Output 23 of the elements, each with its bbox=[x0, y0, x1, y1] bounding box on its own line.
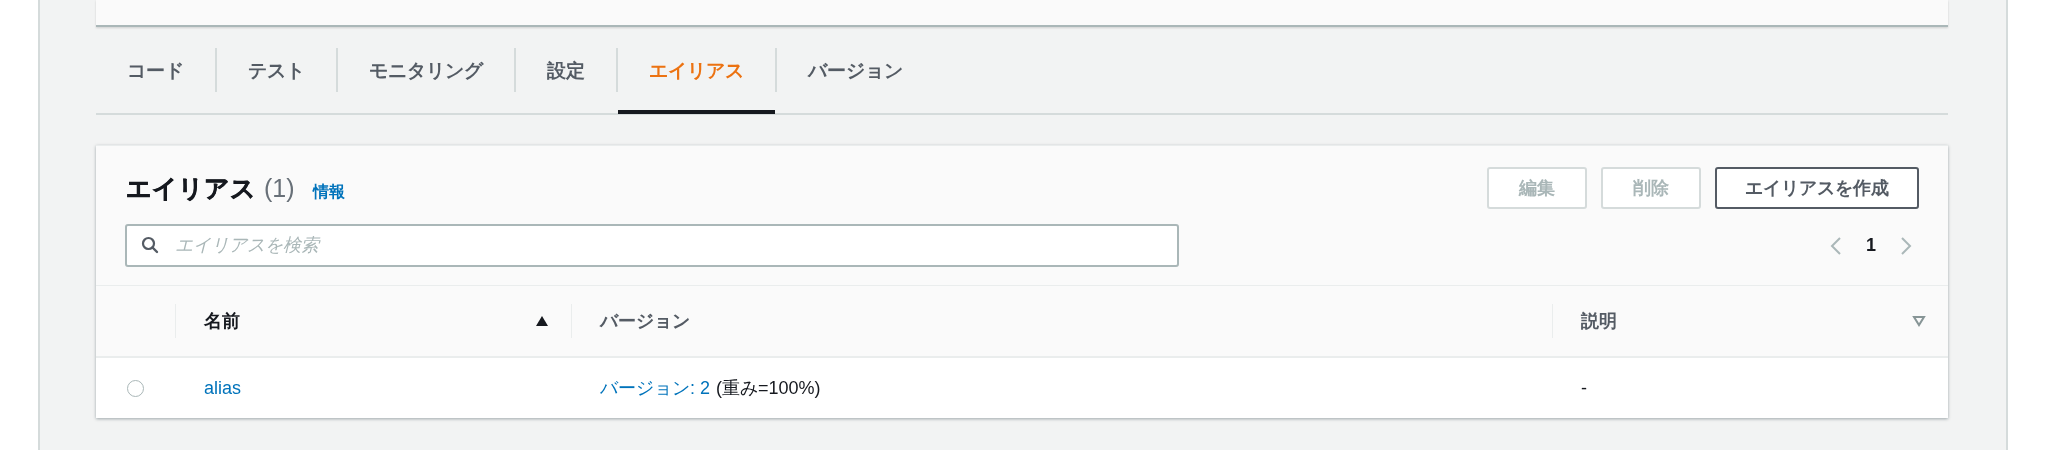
alias-link[interactable]: alias bbox=[204, 377, 242, 399]
sort-ascending-icon[interactable] bbox=[535, 315, 549, 327]
page-number[interactable]: 1 bbox=[1866, 235, 1876, 256]
column-header: 説明 bbox=[1581, 310, 1617, 333]
radio-button[interactable] bbox=[127, 379, 144, 397]
panel-title: エイリアス bbox=[126, 172, 256, 204]
previous-page-icon[interactable] bbox=[1830, 235, 1842, 256]
sort-icon[interactable] bbox=[1912, 315, 1926, 327]
tab[interactable]: 設定 bbox=[516, 28, 616, 114]
action-button[interactable]: エイリアスを作成 bbox=[1715, 167, 1919, 209]
weight-text: (重み=100%) bbox=[716, 377, 821, 400]
info-link[interactable]: 情報 bbox=[312, 181, 345, 203]
next-page-icon[interactable] bbox=[1900, 235, 1912, 256]
search-field[interactable]: エイリアスを検索 bbox=[125, 224, 1179, 267]
alias-count: (1) bbox=[264, 173, 295, 203]
description-text: - bbox=[1581, 377, 1587, 399]
tab[interactable]: テスト bbox=[217, 28, 336, 114]
column-header: バージョン bbox=[600, 310, 690, 333]
tab[interactable]: コード bbox=[96, 28, 215, 114]
version-link[interactable]: バージョン: 2 bbox=[600, 376, 710, 400]
column-header: 名前 bbox=[204, 310, 240, 333]
tab[interactable]: バージョン bbox=[777, 28, 934, 114]
tab[interactable]: モニタリング bbox=[338, 28, 514, 114]
